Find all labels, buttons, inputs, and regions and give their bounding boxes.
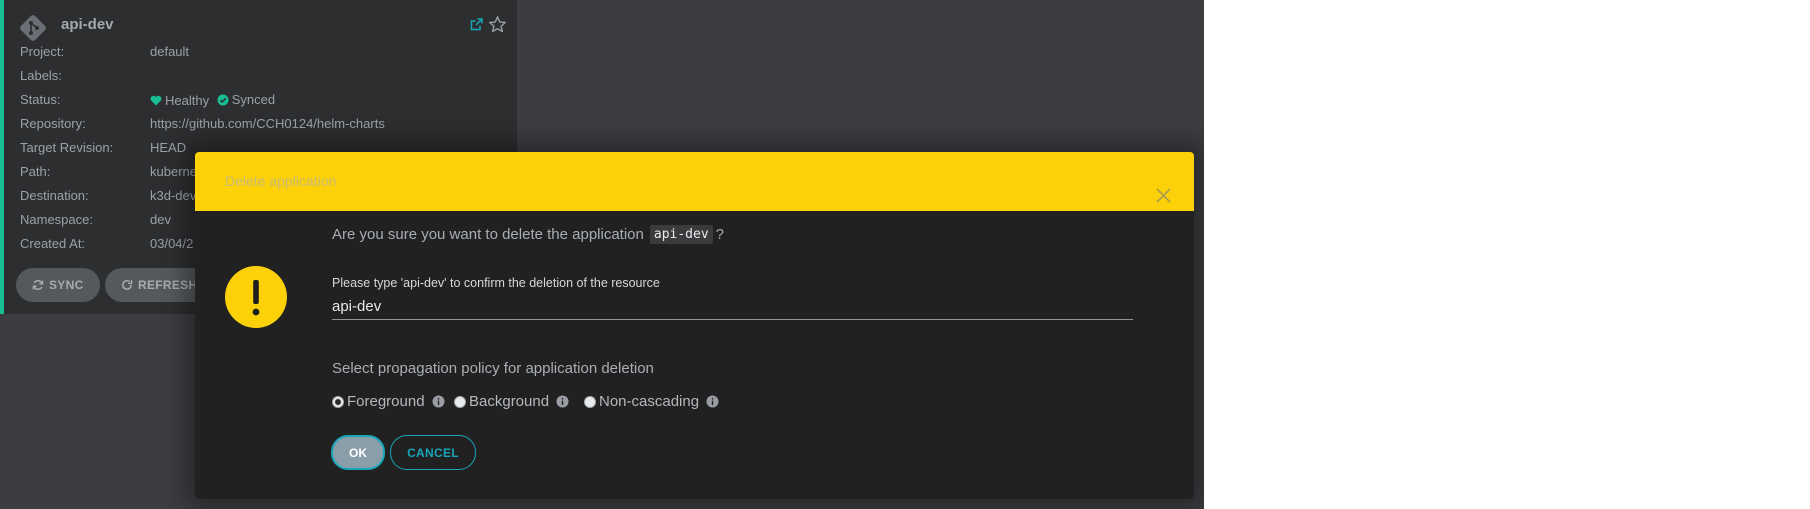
- app-name-code: api-dev: [649, 225, 713, 244]
- check-circle-icon: [217, 94, 229, 105]
- question-text: Are you sure you want to delete the appl…: [332, 226, 644, 243]
- radio-non-cascading[interactable]: Non-cascading: [584, 393, 719, 410]
- prop-value: kubernet: [150, 164, 201, 179]
- non-cascading-radio-input[interactable]: [584, 395, 596, 408]
- prop-key: Labels:: [20, 68, 62, 83]
- prop-key: Path:: [20, 164, 51, 179]
- prop-value: k3d-dev-: [150, 188, 201, 203]
- sync-button[interactable]: SYNC: [16, 268, 100, 302]
- prop-key: Target Revision:: [20, 140, 114, 155]
- dialog-title: Delete application: [225, 173, 337, 189]
- ok-button[interactable]: OK: [331, 435, 385, 470]
- health-label: Healthy: [165, 92, 210, 108]
- radio-background[interactable]: Background: [454, 393, 569, 410]
- non-cascading-label: Non-cascading: [599, 393, 700, 410]
- cancel-button[interactable]: CANCEL: [390, 435, 476, 470]
- confirm-field-label: Please type 'api-dev' to confirm the del…: [332, 276, 660, 290]
- prop-value: default: [150, 44, 190, 59]
- radio-foreground[interactable]: Foreground: [332, 393, 445, 410]
- info-icon[interactable]: [556, 395, 569, 408]
- prop-value: HEAD: [150, 140, 187, 155]
- prop-key: Project:: [20, 44, 65, 59]
- dialog-header: Delete application: [195, 152, 1194, 211]
- sync-label: Synced: [231, 92, 276, 107]
- prop-key: Repository:: [20, 116, 86, 131]
- confirm-name-input[interactable]: [332, 294, 1133, 320]
- refresh-icon: [122, 280, 133, 290]
- card-title[interactable]: api-dev: [61, 16, 114, 33]
- prop-key: Status:: [20, 92, 61, 107]
- question-suffix: ?: [715, 226, 725, 243]
- heart-icon: [150, 95, 162, 105]
- git-logo-icon: [20, 15, 46, 41]
- repository-link[interactable]: https://github.com/CCH0124/helm-charts: [150, 116, 385, 131]
- exclamation-icon: [225, 266, 287, 328]
- sync-status: Synced: [217, 92, 275, 107]
- prop-value: dev: [150, 212, 171, 227]
- external-link-icon[interactable]: [469, 17, 484, 32]
- foreground-radio-input[interactable]: [332, 395, 344, 408]
- background-label: Background: [469, 393, 550, 410]
- close-icon[interactable]: [1155, 187, 1172, 204]
- delete-application-dialog: Delete application Are you sure you want…: [195, 152, 1194, 499]
- sync-button-label: SYNC: [49, 278, 84, 292]
- foreground-label: Foreground: [347, 393, 425, 410]
- prop-key: Destination:: [20, 188, 89, 203]
- refresh-button-label: REFRESH: [138, 278, 198, 292]
- info-icon[interactable]: [432, 395, 445, 408]
- delete-question: Are you sure you want to delete the appl…: [332, 225, 724, 244]
- health-status: Healthy: [150, 93, 209, 108]
- background-radio-input[interactable]: [454, 395, 466, 408]
- star-icon[interactable]: [488, 15, 507, 34]
- prop-key: Namespace:: [20, 212, 93, 227]
- app-background: api-dev Project: default Labels: Status:: [0, 0, 1204, 509]
- prop-value: 03/04/2: [150, 236, 194, 251]
- info-icon[interactable]: [706, 395, 719, 408]
- sync-icon: [32, 280, 44, 290]
- status-value: Healthy Synced: [150, 92, 279, 109]
- propagation-policy-label: Select propagation policy for applicatio…: [332, 360, 654, 377]
- prop-key: Created At:: [20, 236, 86, 251]
